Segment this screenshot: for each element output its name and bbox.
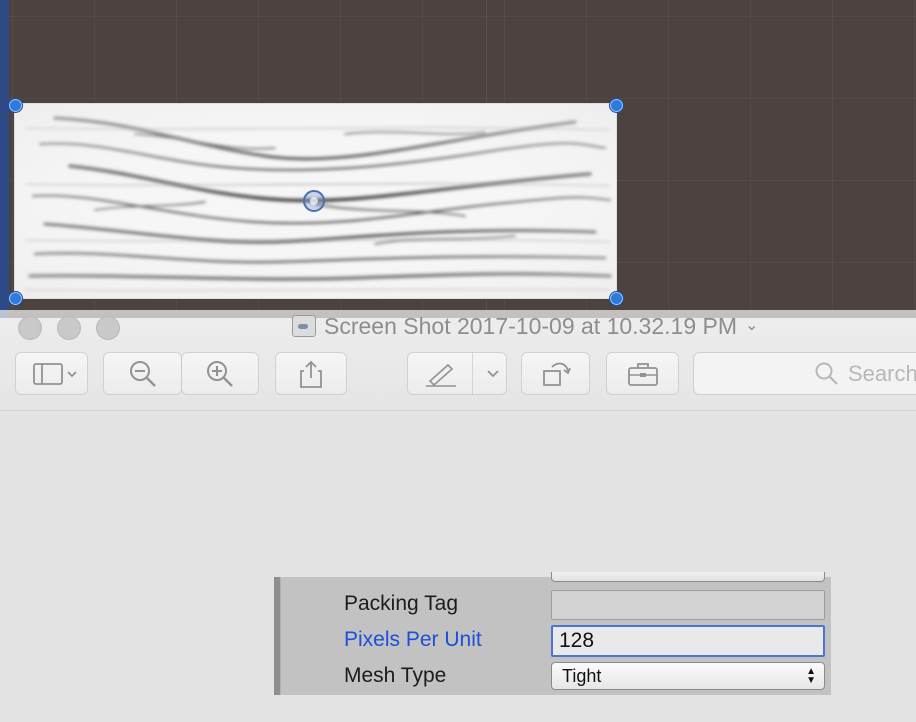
pixels-per-unit-label: Pixels Per Unit — [344, 628, 482, 651]
packing-tag-label: Packing Tag — [344, 592, 459, 615]
mesh-type-value: Tight — [562, 665, 602, 686]
zoom-in-button[interactable] — [181, 352, 259, 395]
sprite-handle-bottom-right[interactable] — [609, 291, 624, 306]
mesh-type-dropdown[interactable]: Tight ▲ ▼ — [551, 662, 825, 690]
zoom-in-icon — [207, 360, 233, 387]
scene-view[interactable] — [0, 0, 916, 318]
share-button[interactable] — [275, 352, 347, 395]
mesh-type-label: Mesh Type — [344, 664, 447, 687]
zoom-out-button[interactable] — [103, 352, 182, 395]
markup-button[interactable] — [407, 352, 507, 395]
toolbox-button[interactable] — [606, 352, 679, 395]
window-close-button[interactable] — [18, 316, 42, 340]
window-title-text: Screen Shot 2017-10-09 at 10.32.19 PM — [324, 312, 738, 339]
rotate-icon — [542, 362, 571, 386]
markup-button-divider — [472, 352, 473, 395]
window-minimize-button[interactable] — [57, 316, 81, 340]
share-icon — [300, 360, 322, 388]
title-chevron-icon: ⌄ — [745, 317, 759, 334]
cutoff-dropdown[interactable] — [551, 572, 825, 582]
pixels-per-unit-input[interactable] — [553, 627, 823, 655]
document-icon — [292, 315, 316, 337]
scene-edge-strip — [0, 0, 9, 318]
rotate-button[interactable] — [521, 352, 590, 395]
sprite-pivot-handle[interactable] — [303, 190, 325, 212]
sprite-handle-bottom-left[interactable] — [8, 291, 23, 306]
search-field[interactable]: Search — [693, 352, 916, 395]
sidebar-icon — [32, 362, 77, 385]
toolbox-icon — [627, 362, 658, 386]
window-title[interactable]: Screen Shot 2017-10-09 at 10.32.19 PM ⌄ — [292, 313, 758, 339]
window-zoom-button[interactable] — [96, 316, 120, 340]
zoom-out-icon — [129, 360, 156, 387]
inspector-indent-bar — [274, 577, 281, 695]
sidebar-toggle-button[interactable] — [15, 352, 88, 395]
markup-pen-icon — [426, 363, 499, 387]
chevron-down-icon — [66, 370, 77, 377]
search-placeholder: Search — [848, 360, 916, 386]
sprite-handle-top-left[interactable] — [8, 98, 23, 113]
search-icon — [815, 362, 838, 385]
packing-tag-input[interactable] — [552, 591, 824, 619]
pixels-per-unit-field[interactable] — [551, 625, 825, 657]
dropdown-arrows-icon: ▲ ▼ — [806, 666, 816, 686]
sprite-handle-top-right[interactable] — [609, 98, 624, 113]
packing-tag-field[interactable] — [551, 590, 825, 620]
